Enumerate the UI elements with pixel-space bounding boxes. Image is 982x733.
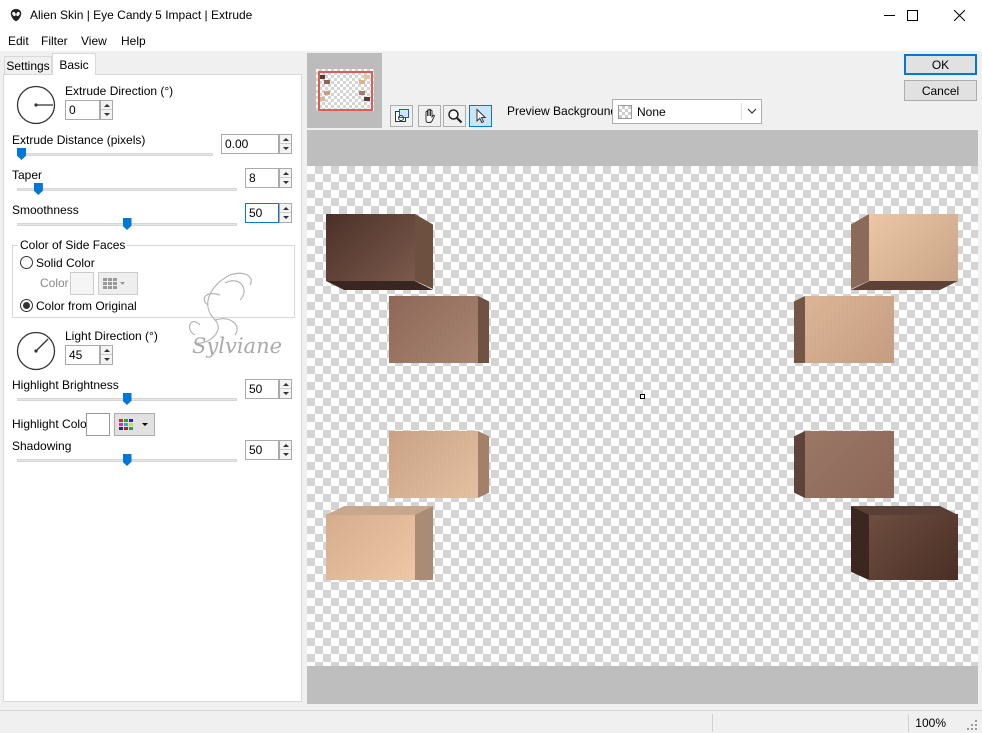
spin-up-icon[interactable] bbox=[280, 380, 291, 389]
menu-view[interactable]: View bbox=[81, 34, 107, 48]
color-label: Color bbox=[40, 276, 69, 290]
spin-up-icon[interactable] bbox=[280, 204, 291, 213]
solid-color-swatch[interactable] bbox=[70, 272, 94, 295]
light-direction-label: Light Direction (°) bbox=[65, 329, 158, 343]
zoom-tool-button[interactable] bbox=[443, 105, 466, 127]
spin-down-icon[interactable] bbox=[280, 178, 291, 187]
solid-color-radio[interactable] bbox=[20, 256, 33, 269]
title-bar: Alien Skin | Eye Candy 5 Impact | Extrud… bbox=[0, 0, 982, 31]
spin-up-icon[interactable] bbox=[280, 135, 291, 144]
extrude-direction-value: 0 bbox=[69, 103, 76, 117]
maximize-icon bbox=[906, 10, 918, 21]
highlight-brightness-value: 50 bbox=[249, 382, 263, 396]
extrude-direction-input[interactable]: 0 bbox=[65, 100, 113, 120]
close-button[interactable] bbox=[936, 0, 982, 31]
window-title: Alien Skin | Eye Candy 5 Impact | Extrud… bbox=[30, 8, 253, 22]
highlight-brightness-label: Highlight Brightness bbox=[12, 378, 119, 392]
spin-down-icon[interactable] bbox=[280, 450, 291, 459]
color-from-original-label[interactable]: Color from Original bbox=[36, 299, 137, 313]
navigator-icon bbox=[394, 109, 409, 122]
menu-help[interactable]: Help bbox=[121, 34, 146, 48]
light-direction-spinner[interactable] bbox=[100, 345, 113, 365]
extrude-direction-label: Extrude Direction (°) bbox=[65, 84, 174, 98]
highlight-color-swatch[interactable] bbox=[86, 413, 110, 436]
status-bar: 100% bbox=[0, 710, 982, 733]
color-from-original-radio[interactable] bbox=[20, 299, 33, 312]
side-faces-group-title: Color of Side Faces bbox=[18, 238, 128, 252]
navigator-tool-button[interactable] bbox=[390, 105, 413, 127]
smoothness-input[interactable]: 50 bbox=[245, 203, 292, 223]
solid-color-palette-button[interactable] bbox=[98, 272, 138, 295]
navigator-viewport-frame[interactable] bbox=[318, 71, 373, 111]
spin-up-icon[interactable] bbox=[280, 169, 291, 178]
tab-basic[interactable]: Basic bbox=[52, 53, 96, 75]
palette-grid-icon bbox=[119, 418, 148, 430]
light-direction-input[interactable]: 45 bbox=[65, 345, 113, 365]
spin-down-icon[interactable] bbox=[101, 110, 112, 119]
smoothness-spinner[interactable] bbox=[279, 203, 292, 223]
taper-input[interactable]: 8 bbox=[245, 168, 292, 188]
shadowing-value: 50 bbox=[249, 443, 263, 457]
palette-grid-icon bbox=[103, 277, 125, 289]
center-handle[interactable] bbox=[640, 394, 645, 399]
preview-canvas[interactable] bbox=[307, 166, 978, 666]
spin-down-icon[interactable] bbox=[280, 213, 291, 222]
close-icon bbox=[953, 10, 965, 21]
taper-label: Taper bbox=[12, 168, 43, 182]
hand-icon bbox=[425, 108, 435, 123]
preview-background-select[interactable]: None bbox=[612, 99, 762, 124]
smoothness-value: 50 bbox=[249, 206, 263, 220]
arrow-pointer-icon bbox=[476, 108, 486, 124]
light-direction-value: 45 bbox=[69, 348, 83, 362]
taper-value: 8 bbox=[249, 171, 256, 185]
preview-background-label: Preview Background: bbox=[507, 104, 621, 118]
taper-spinner[interactable] bbox=[279, 168, 292, 188]
extrude-distance-value: 0.00 bbox=[225, 137, 249, 151]
menu-filter[interactable]: Filter bbox=[41, 34, 68, 48]
spin-up-icon[interactable] bbox=[280, 441, 291, 450]
spin-down-icon[interactable] bbox=[101, 355, 112, 364]
spin-up-icon[interactable] bbox=[101, 346, 112, 355]
extrude-direction-spinner[interactable] bbox=[100, 100, 113, 120]
alien-head-icon bbox=[10, 9, 22, 21]
preview-background-value: None bbox=[637, 105, 666, 119]
tab-settings[interactable]: Settings bbox=[4, 56, 52, 75]
shadowing-label: Shadowing bbox=[12, 439, 72, 453]
checker-swatch-icon bbox=[618, 105, 632, 119]
chevron-down-icon bbox=[747, 108, 757, 114]
zoom-level: 100% bbox=[915, 716, 946, 730]
watermark-flourish bbox=[188, 272, 252, 344]
hand-tool-button[interactable] bbox=[418, 105, 441, 127]
extrude-distance-label: Extrude Distance (pixels) bbox=[12, 133, 146, 147]
shadowing-input[interactable]: 50 bbox=[245, 440, 292, 460]
extrude-distance-spinner[interactable] bbox=[279, 134, 292, 154]
extrude-distance-input[interactable]: 0.00 bbox=[221, 134, 292, 154]
spin-down-icon[interactable] bbox=[280, 389, 291, 398]
smoothness-label: Smoothness bbox=[12, 203, 79, 217]
solid-color-label[interactable]: Solid Color bbox=[36, 256, 95, 270]
highlight-brightness-spinner[interactable] bbox=[279, 379, 292, 399]
light-direction-dial[interactable] bbox=[16, 331, 56, 371]
ok-button[interactable]: OK bbox=[904, 54, 977, 75]
menu-edit[interactable]: Edit bbox=[8, 34, 29, 48]
spin-down-icon[interactable] bbox=[280, 144, 291, 153]
resize-grip-icon[interactable] bbox=[966, 719, 978, 731]
maximize-button[interactable] bbox=[889, 0, 935, 31]
taper-track[interactable] bbox=[17, 188, 237, 191]
spin-up-icon[interactable] bbox=[101, 101, 112, 110]
watermark-text: Sylviane bbox=[192, 334, 283, 358]
menu-bar: Edit Filter View Help bbox=[0, 31, 982, 51]
extrude-distance-track[interactable] bbox=[17, 153, 213, 156]
highlight-color-label: Highlight Color bbox=[12, 417, 91, 431]
highlight-color-palette-button[interactable] bbox=[114, 413, 155, 436]
shadowing-spinner[interactable] bbox=[279, 440, 292, 460]
cancel-button[interactable]: Cancel bbox=[904, 80, 977, 101]
zoom-icon bbox=[447, 109, 462, 124]
extrude-direction-dial[interactable] bbox=[16, 85, 56, 125]
highlight-brightness-input[interactable]: 50 bbox=[245, 379, 292, 399]
pointer-tool-button[interactable] bbox=[469, 105, 492, 127]
